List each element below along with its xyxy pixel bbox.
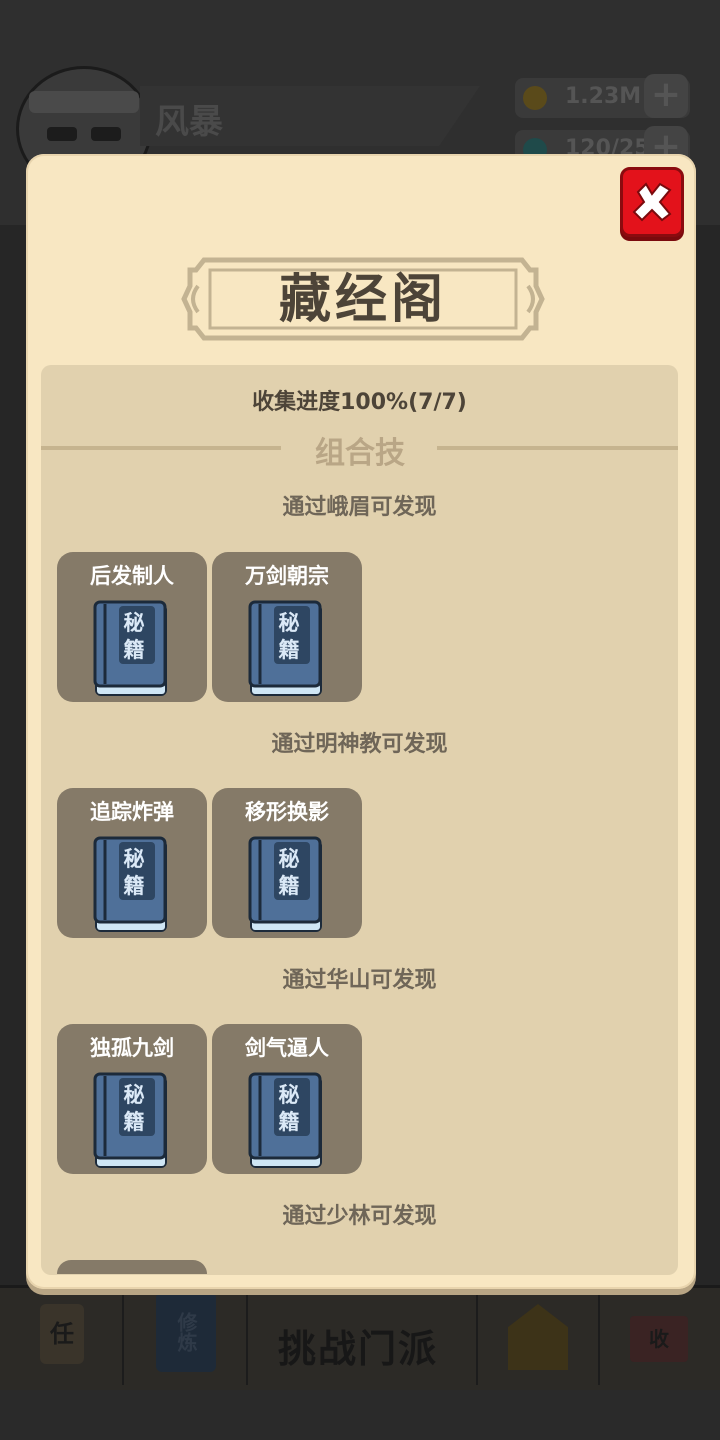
- section-title: 组合技: [315, 436, 405, 471]
- skill-name: 剑气逼人: [245, 1036, 329, 1060]
- close-x-icon: [632, 182, 672, 222]
- group-source-huashan: 通过华山可发现: [282, 968, 437, 993]
- footer-background: [0, 1390, 720, 1440]
- skill-name: 追踪炸弹: [90, 800, 174, 824]
- book-glyph-2: 籍: [124, 638, 145, 662]
- divider-left: [41, 446, 281, 450]
- tab-training-label: 修炼: [156, 1292, 216, 1372]
- divider-right: [437, 446, 678, 450]
- tab-castle[interactable]: [478, 1290, 600, 1385]
- tab-collect-label: 收: [630, 1316, 688, 1362]
- avatar-eye-right: [91, 127, 121, 141]
- skill-card[interactable]: 移形换影 秘 籍: [212, 788, 362, 938]
- secret-manual-book-icon: 秘 籍: [93, 600, 167, 696]
- close-button[interactable]: [620, 167, 684, 237]
- secret-manual-book-icon: 秘 籍: [248, 1072, 322, 1168]
- skill-name: 独孤九剑: [90, 1036, 174, 1060]
- skill-name: 移形换影: [245, 800, 329, 824]
- book-glyph-2: 籍: [124, 874, 145, 898]
- avatar-eye-left: [47, 127, 77, 141]
- skill-card[interactable]: 万剑朝宗 秘 籍: [212, 552, 362, 702]
- collection-progress: 收集进度100%(7/7): [252, 390, 467, 415]
- tab-tasks[interactable]: 任: [0, 1290, 124, 1385]
- book-glyph-2: 籍: [279, 1110, 300, 1134]
- tab-training[interactable]: 修炼: [124, 1290, 248, 1385]
- coin-value: 1.23M: [565, 84, 642, 109]
- skill-card[interactable]: 独孤九剑 秘 籍: [57, 1024, 207, 1174]
- coin-icon: [523, 86, 547, 110]
- skill-card[interactable]: 后发制人 秘 籍: [57, 552, 207, 702]
- secret-manual-book-icon: 秘 籍: [248, 600, 322, 696]
- book-glyph-1: 秘: [279, 611, 300, 635]
- skill-name: 后发制人: [90, 564, 174, 588]
- book-glyph-1: 秘: [279, 847, 300, 871]
- tab-collect[interactable]: 收: [600, 1290, 720, 1385]
- skill-name: 万剑朝宗: [245, 564, 329, 588]
- player-name: 风暴: [155, 102, 223, 142]
- secret-manual-book-icon: 秘 籍: [93, 836, 167, 932]
- group-source-shaolin: 通过少林可发现: [282, 1204, 437, 1229]
- book-glyph-1: 秘: [124, 1083, 145, 1107]
- skill-card[interactable]: 剑气逼人 秘 籍: [212, 1024, 362, 1174]
- coin-counter: 1.23M +: [515, 74, 690, 118]
- book-glyph-1: 秘: [124, 611, 145, 635]
- book-glyph-2: 籍: [279, 874, 300, 898]
- skill-card-partial[interactable]: [57, 1260, 207, 1274]
- add-coins-button[interactable]: +: [644, 74, 688, 118]
- group-source-mingshen: 通过明神教可发现: [271, 732, 448, 757]
- tab-challenge-sect-label: 挑战门派: [278, 1327, 439, 1371]
- book-glyph-1: 秘: [124, 847, 145, 871]
- headband: [29, 91, 139, 113]
- secret-manual-book-icon: 秘 籍: [248, 836, 322, 932]
- tab-tasks-label: 任: [40, 1304, 84, 1364]
- book-glyph-1: 秘: [279, 1083, 300, 1107]
- modal-title: 藏经阁: [278, 270, 447, 330]
- book-glyph-2: 籍: [279, 638, 300, 662]
- secret-manual-book-icon: 秘 籍: [93, 1072, 167, 1168]
- skill-card[interactable]: 追踪炸弹 秘 籍: [57, 788, 207, 938]
- book-glyph-2: 籍: [124, 1110, 145, 1134]
- castle-icon: [508, 1304, 568, 1370]
- group-source-emei: 通过峨眉可发现: [282, 495, 437, 520]
